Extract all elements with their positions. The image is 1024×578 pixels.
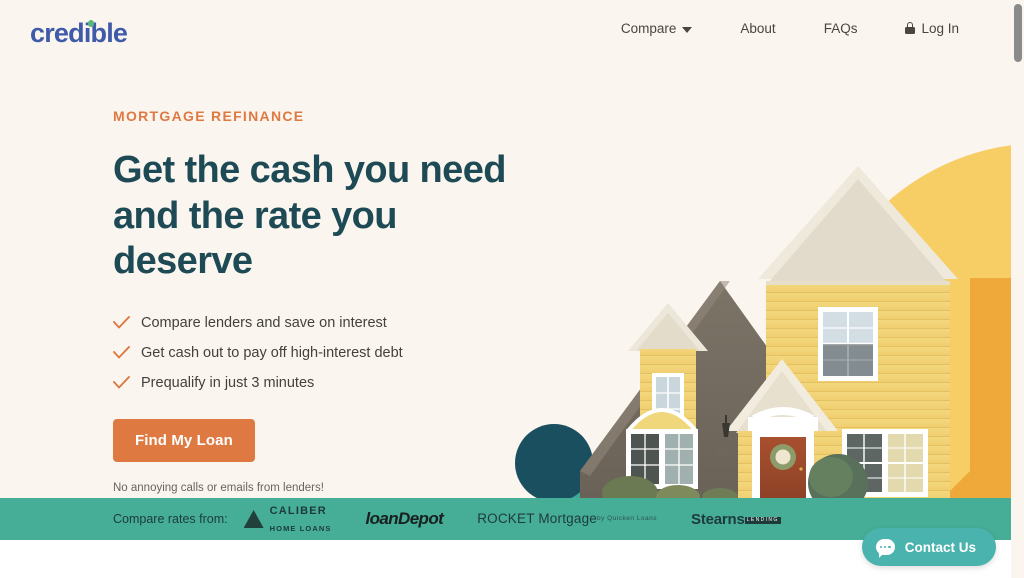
lender-logo-bar: Compare rates from: CALIBER HOME LOANS l…	[0, 498, 1011, 540]
chat-bubble-icon	[875, 539, 895, 558]
nav-label-login: Log In	[921, 21, 959, 36]
compare-rates-label: Compare rates from:	[113, 512, 228, 526]
chevron-down-icon	[682, 26, 693, 33]
list-item: Compare lenders and save on interest	[113, 315, 533, 331]
lender-logo-rocket-mortgage: ROCKET Mortgage by Quicken Loans	[477, 510, 658, 526]
cta-disclaimer: No annoying calls or emails from lenders…	[113, 481, 324, 494]
scrollbar-track[interactable]	[1011, 0, 1024, 578]
lender-logo-loandepot: loanDepot	[365, 509, 443, 529]
loandepot-name: loanDepot	[365, 509, 444, 528]
credible-logo[interactable]: credible	[30, 18, 128, 49]
headline-line-2: and the rate you deserve	[113, 194, 398, 283]
nav-item-compare[interactable]: Compare	[597, 17, 717, 40]
house-photo	[580, 166, 958, 498]
hero-illustration	[510, 63, 1011, 498]
page-root: credible Compare About FAQs Log In MORTG…	[0, 0, 1024, 578]
page-title: Get the cash you need and the rate you d…	[113, 148, 533, 285]
scrollbar-thumb[interactable]	[1014, 4, 1022, 62]
hero-eyebrow: MORTGAGE REFINANCE	[113, 108, 305, 124]
contact-us-button[interactable]: Contact Us	[861, 528, 996, 566]
page-below-fold	[0, 540, 1011, 578]
check-icon	[113, 376, 141, 389]
lock-icon	[905, 22, 916, 35]
logo-text: credible	[30, 18, 128, 48]
caliber-name: CALIBER	[269, 505, 327, 518]
stearns-tagline: LENDING	[744, 516, 781, 524]
hero-content: MORTGAGE REFINANCE Get the cash you need…	[113, 108, 533, 494]
benefit-label: Compare lenders and save on interest	[141, 314, 387, 331]
check-icon	[113, 316, 141, 329]
contact-us-label: Contact Us	[904, 539, 976, 555]
benefit-list: Compare lenders and save on interest Get…	[113, 315, 533, 391]
benefit-label: Prequalify in just 3 minutes	[141, 374, 315, 391]
nav-item-login[interactable]: Log In	[881, 17, 983, 40]
list-item: Get cash out to pay off high-interest de…	[113, 345, 533, 361]
caliber-mark-icon	[243, 510, 264, 528]
nav-item-about[interactable]: About	[716, 17, 799, 40]
rocket-name: ROCKET Mortgage	[477, 510, 597, 526]
stearns-name: Stearns	[691, 510, 745, 528]
headline-line-1: Get the cash you need	[113, 149, 506, 191]
logo-dot-icon	[87, 20, 94, 27]
caliber-tagline: HOME LOANS	[269, 524, 332, 533]
site-header: credible Compare About FAQs Log In	[0, 0, 1011, 63]
main-navigation: Compare About FAQs Log In	[597, 17, 983, 40]
list-item: Prequalify in just 3 minutes	[113, 375, 533, 391]
find-my-loan-button[interactable]: Find My Loan	[113, 418, 255, 462]
nav-label-about: About	[740, 21, 776, 36]
lender-logo-caliber: CALIBER HOME LOANS	[243, 502, 332, 536]
nav-label-compare: Compare	[620, 21, 677, 36]
check-icon	[113, 346, 141, 359]
nav-item-faqs[interactable]: FAQs	[800, 17, 882, 40]
nav-label-faqs: FAQs	[823, 21, 858, 36]
rocket-tagline: by Quicken Loans	[596, 515, 658, 523]
benefit-label: Get cash out to pay off high-interest de…	[141, 344, 403, 361]
lender-logo-stearns: Stearns LENDING	[691, 512, 781, 527]
